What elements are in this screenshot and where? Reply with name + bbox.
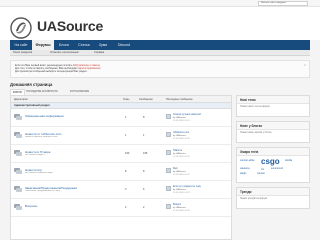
col-topics: Темы [123, 98, 130, 101]
tag[interactable]: cs [261, 167, 264, 171]
col-posts: Сообщения [139, 98, 153, 101]
forum-title[interactable]: Официальная информация [25, 114, 64, 118]
avatar[interactable] [166, 114, 171, 119]
topics-count: 1 [125, 116, 127, 119]
last-post-date: 15.10.2018, 09:12 [173, 138, 190, 140]
last-post-date: 15.10.2018, 09:12 [173, 120, 190, 122]
last-post-author[interactable]: by UASource [173, 171, 186, 173]
posts-count: 195 [143, 152, 148, 155]
forum-row[interactable]: Официальная информация 1 8 Список лучших… [11, 109, 231, 127]
last-post-author[interactable]: by UASource [173, 117, 186, 119]
tag[interactable]: sourcemod [271, 167, 283, 170]
avatar[interactable] [166, 204, 171, 209]
forum-icon [14, 204, 22, 210]
topics-count: 1 [125, 134, 127, 137]
sidebar-new-topics: Нові теми Немає нових тем на форумі [236, 95, 310, 117]
forum-list: Директория Темы Сообщения Последнее сооб… [10, 95, 232, 240]
forum-row[interactable]: Новости игр Все новости игрового мира 8 … [11, 163, 231, 181]
posts-count: 1 [143, 134, 145, 137]
tag[interactable]: csgo [261, 157, 280, 166]
forum-row[interactable]: Новости от UASource.com Новости проекта … [11, 127, 231, 145]
last-post-author[interactable]: by UASource [173, 153, 186, 155]
tab-zoom[interactable]: Зуми [94, 40, 112, 50]
sidebar-title: Нові теми [237, 96, 309, 104]
topics-count: 193 [125, 152, 130, 155]
forum-description: Все новости игрового мира [25, 172, 53, 174]
sidebar-text: Немає нових тем на форумі [240, 106, 270, 108]
forum-description: Новости проекта UASource.com [25, 136, 58, 138]
last-post-author[interactable]: by UASource [173, 207, 186, 209]
forum-icon [14, 186, 22, 192]
forum-row[interactable]: Новости в IT-мире Все новости мира IT 19… [11, 145, 231, 163]
tab-home[interactable]: На сайт [10, 40, 32, 50]
topics-count: 8 [125, 170, 127, 173]
last-post-date: 15.10.2018, 09:12 [173, 156, 190, 158]
language-select[interactable]: Шаблон сайта «форума» [258, 1, 308, 6]
posts-count: 6 [143, 188, 145, 191]
sidebar-text: Немає трендів на форумі [240, 198, 268, 200]
topics-count: 3 [125, 188, 127, 191]
site-header: UASource [0, 7, 320, 40]
avatar[interactable] [166, 150, 171, 155]
sidebar-trends: Тренди Немає трендів на форумі [236, 187, 310, 209]
topics-count: 2 [125, 206, 127, 209]
avatar[interactable] [166, 132, 171, 137]
tag-cloud: counter-strike csgo doodle uasource cs s… [237, 156, 309, 182]
sidebar-text: Немає нових записів у блогах [240, 132, 272, 134]
sidebar-title: Тренди [237, 188, 309, 196]
sub-nav: Поиск разделов Отмечать прочитанным Спра… [10, 50, 310, 56]
tag[interactable]: doodle [285, 159, 292, 162]
forum-description: Все новости мира IT [25, 154, 46, 156]
last-post-author[interactable]: by UASource [173, 189, 186, 191]
posts-count: 8 [143, 116, 145, 119]
forum-row[interactable]: Замечания/Предложения/Поддержка Замечани… [11, 181, 231, 199]
main-nav: На сайт Форумы Блоги Статьи Зуми Discord [10, 40, 310, 50]
top-bar: Шаблон сайта «форума» [0, 0, 320, 7]
sidebar-tag-cloud: Хмара тегів counter-strike csgo doodle u… [236, 147, 310, 183]
tab-articles[interactable]: Статьи [74, 40, 94, 50]
tag[interactable]: plugin [240, 172, 246, 175]
sidebar-title: Хмара тегів [237, 148, 309, 156]
forum-icon [14, 132, 22, 138]
last-post-date: 15.10.2018, 09:12 [173, 210, 190, 212]
last-post-date: 15.10.2018, 09:12 [173, 192, 190, 194]
forum-row[interactable]: Вопросы 2 2 Вопрос by UASource 15.10.201… [11, 199, 231, 217]
avatar[interactable] [166, 186, 171, 191]
posts-count: 8 [143, 170, 145, 173]
notice-text-3: Для просмотра сообщений выберите интерес… [15, 70, 88, 73]
posts-count: 2 [143, 206, 145, 209]
forum-description: Замечания, предложения по сайту [25, 190, 61, 192]
col-title: Директория [14, 98, 28, 101]
forum-table-header: Директория Темы Сообщения Последнее сооб… [11, 96, 231, 103]
tab-forums[interactable]: Форумы [32, 40, 54, 50]
page-title: Домашняя страница [10, 82, 53, 87]
subnav-mark-read[interactable]: Отмечать прочитанным [50, 50, 79, 56]
subnav-search[interactable]: Поиск разделов [13, 50, 32, 56]
welcome-notice: × Если это Ваш первый визит, рекомендуем… [10, 60, 310, 78]
col-last-post: Последнее сообщение [166, 98, 193, 101]
sidebar-title: Нове у блогах [237, 122, 309, 130]
tag[interactable]: uasource [240, 167, 250, 170]
subnav-help[interactable]: Справка [94, 50, 104, 56]
forum-icon [14, 168, 22, 174]
forum-icon [14, 150, 22, 156]
close-icon[interactable]: × [303, 63, 307, 67]
tag[interactable]: counter [257, 172, 265, 175]
forum-icon [14, 114, 22, 120]
last-post-date: 15.10.2018, 09:12 [173, 174, 190, 176]
forum-title[interactable]: Вопросы [25, 204, 37, 208]
last-post-author[interactable]: by UASource [173, 135, 186, 137]
logo-icon[interactable] [10, 17, 32, 39]
tag[interactable]: counter-strike [240, 159, 254, 162]
avatar[interactable] [166, 168, 171, 173]
tab-blogs[interactable]: Блоги [54, 40, 74, 50]
sidebar-new-blogs: Нове у блогах Немає нових записів у блог… [236, 121, 310, 143]
brand-name[interactable]: UASource [37, 18, 103, 34]
tab-discord[interactable]: Discord [112, 40, 136, 50]
